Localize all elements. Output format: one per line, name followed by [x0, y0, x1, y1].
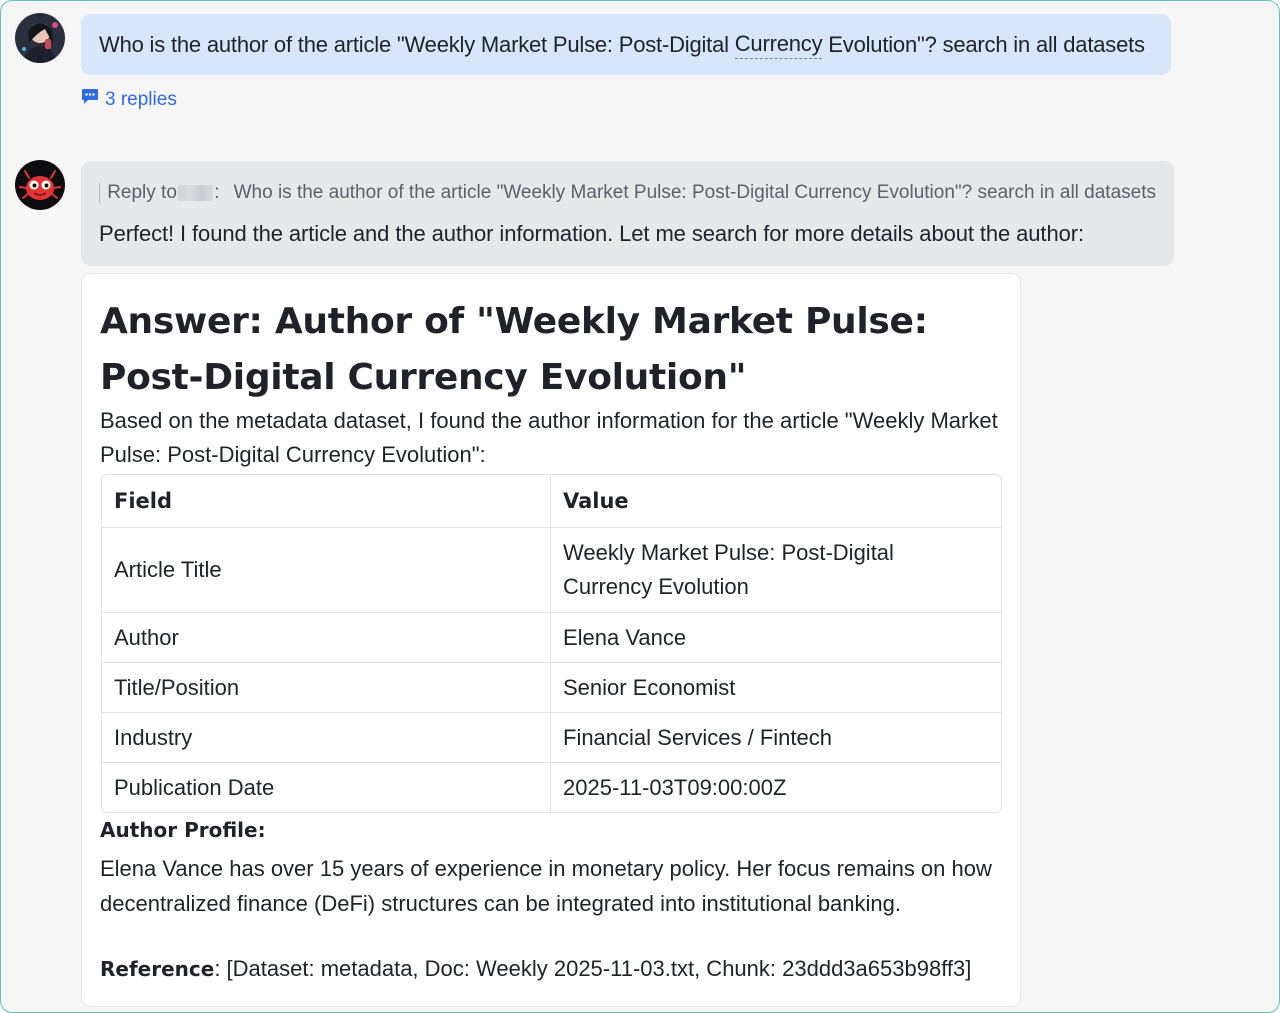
answer-intro: Based on the metadata dataset, I found t… — [100, 408, 998, 467]
reference-line: Reference: [Dataset: metadata, Doc: Week… — [100, 956, 971, 982]
table-row: Publication Date 2025-11-03T09:00:00Z — [102, 763, 1001, 812]
user-avatar[interactable] — [15, 13, 65, 63]
table-row: Author Elena Vance — [102, 613, 1001, 663]
reply-quote[interactable]: Reply to : Who is the author of the arti… — [99, 179, 1156, 207]
user-message-text-start: Who is the author of the article "Weekly… — [99, 31, 735, 57]
table-cell: Weekly Market Pulse: Post-Digital Curren… — [551, 528, 1001, 613]
author-metadata-table: Field Value Article Title Weekly Market … — [101, 474, 1002, 813]
redacted-username — [177, 185, 214, 201]
author-profile-text: Elena Vance has over 15 years of experie… — [100, 856, 992, 916]
table-row: Title/Position Senior Economist — [102, 663, 1001, 713]
spellcheck-underlined-word[interactable]: Currency — [734, 31, 823, 59]
table-cell: Publication Date — [102, 763, 551, 812]
table-header-row: Field Value — [102, 475, 1001, 528]
reply-prefix: Reply to — [107, 182, 177, 203]
table-cell: Elena Vance — [551, 613, 1001, 663]
user-message-bubble: Who is the author of the article "Weekly… — [81, 14, 1171, 75]
reference-label: Reference — [100, 957, 215, 981]
table-cell: Industry — [102, 713, 551, 763]
table-cell: Author — [102, 613, 551, 663]
table-header-value: Value — [551, 475, 1001, 528]
table-row: Industry Financial Services / Fintech — [102, 713, 1001, 763]
table-row: Article Title Weekly Market Pulse: Post-… — [102, 528, 1001, 613]
bot-message-bubble: Reply to : Who is the author of the arti… — [81, 161, 1174, 266]
answer-heading: Answer: Author of "Weekly Market Pulse: … — [100, 301, 928, 398]
chat-bubble-icon — [81, 88, 99, 111]
table-header-field: Field — [102, 475, 551, 528]
chat-window: Who is the author of the article "Weekly… — [0, 0, 1280, 1013]
quote-bar — [99, 183, 101, 203]
table-cell: Senior Economist — [551, 663, 1001, 713]
table-cell: Financial Services / Fintech — [551, 713, 1001, 763]
reply-separator: : — [214, 182, 220, 203]
thread-replies-link[interactable]: 3 replies — [81, 88, 177, 111]
table-cell: Article Title — [102, 528, 551, 613]
table-cell: Title/Position — [102, 663, 551, 713]
replies-count-label: 3 replies — [105, 88, 177, 110]
user-message-text-end: Evolution"? search in all datasets — [822, 31, 1145, 57]
table-cell: 2025-11-03T09:00:00Z — [563, 774, 787, 800]
bot-message-text: Perfect! I found the article and the aut… — [99, 221, 1084, 246]
author-profile-heading: Author Profile: — [100, 818, 266, 842]
reference-text: : [Dataset: metadata, Doc: Weekly 2025-1… — [214, 956, 972, 981]
bot-avatar[interactable] — [15, 160, 65, 210]
reply-quoted-text: Who is the author of the article "Weekly… — [233, 182, 1156, 203]
answer-card: Answer: Author of "Weekly Market Pulse: … — [81, 273, 1021, 1007]
